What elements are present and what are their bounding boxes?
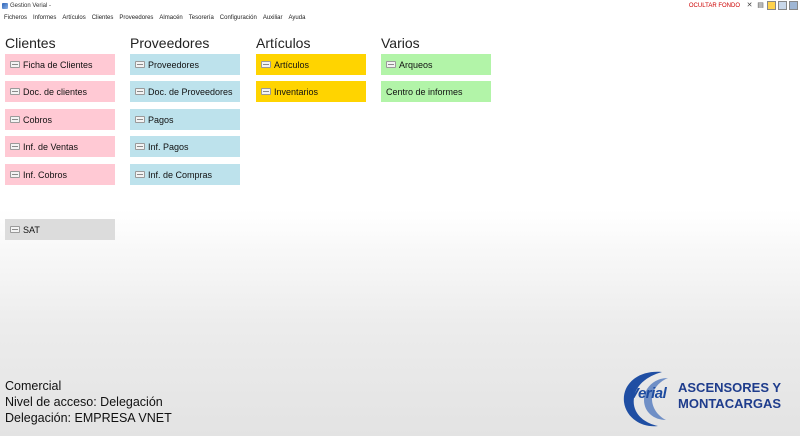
tile-label: Centro de informes (386, 86, 463, 97)
tile-label: Artículos (274, 59, 310, 70)
tile-arqueos[interactable]: Arqueos (381, 54, 491, 75)
tile-inf-cobros[interactable]: Inf. Cobros (5, 164, 115, 185)
articulos-column: Artículos (256, 36, 310, 53)
tile-doc-de-proveedores[interactable]: Doc. de Proveedores (130, 81, 240, 102)
menu-informes[interactable]: Informes (33, 15, 56, 21)
tile-label: SAT (23, 224, 40, 235)
close-button[interactable] (789, 1, 798, 10)
tile-inf-de-compras[interactable]: Inf. de Compras (130, 164, 240, 185)
tile-centro-de-informes[interactable]: Centro de informes (381, 81, 491, 102)
minimize-button[interactable] (767, 1, 776, 10)
folder-icon (135, 116, 145, 123)
company-logo: Verial ASCENSORES Y MONTACARGAS (618, 368, 798, 430)
folder-icon (135, 88, 145, 95)
tile-sat[interactable]: SAT (5, 219, 115, 240)
report-icon (135, 143, 145, 150)
proveedores-column: Proveedores (130, 36, 209, 53)
menu-auxiliar[interactable]: Auxiliar (263, 15, 283, 21)
menu-configuracion[interactable]: Configuración (220, 15, 257, 21)
window-title: Gestion Verial - (10, 3, 52, 9)
clientes-heading: Clientes (5, 35, 56, 51)
articulos-heading: Artículos (256, 35, 311, 51)
tile-pagos[interactable]: Pagos (130, 109, 240, 130)
access-level-label: Nivel de acceso: Delegación (5, 395, 163, 409)
tile-doc-de-clientes[interactable]: Doc. de clientes (5, 81, 115, 102)
menu-proveedores[interactable]: Proveedores (119, 15, 153, 21)
proveedores-heading: Proveedores (130, 35, 210, 51)
folder-icon (10, 61, 20, 68)
title-bar: Gestion Verial - OCULTAR FONDO ✕ ▤ (0, 0, 800, 12)
tile-label: Inf. de Compras (148, 169, 213, 180)
menu-ayuda[interactable]: Ayuda (289, 15, 306, 21)
company-name: ASCENSORES Y MONTACARGAS (678, 380, 781, 412)
menu-bar: Ficheros Informes Artículos Clientes Pro… (0, 12, 800, 23)
tile-label: Inf. Cobros (23, 169, 68, 180)
company-name-line1: ASCENSORES Y (678, 380, 782, 395)
menu-tesoreria[interactable]: Tesorería (189, 15, 214, 21)
tile-label: Doc. de Proveedores (148, 86, 233, 97)
tile-proveedores[interactable]: Proveedores (130, 54, 240, 75)
tile-label: Cobros (23, 114, 53, 125)
session-info: Comercial Nivel de acceso: Delegación De… (5, 378, 172, 426)
folder-icon (261, 88, 271, 95)
clientes-column: Clientes (5, 36, 56, 53)
tile-label: Proveedores (148, 59, 200, 70)
folder-icon (135, 61, 145, 68)
report-icon (10, 171, 20, 178)
tile-label: Arqueos (399, 59, 433, 70)
tile-inventarios[interactable]: Inventarios (256, 81, 366, 102)
tile-articulos[interactable]: Artículos (256, 54, 366, 75)
tile-ficha-de-clientes[interactable]: Ficha de Clientes (5, 54, 115, 75)
folder-icon (10, 226, 20, 233)
tile-inf-de-ventas[interactable]: Inf. de Ventas (5, 136, 115, 157)
varios-heading: Varios (381, 35, 420, 51)
tile-label: Pagos (148, 114, 174, 125)
module-label: Comercial (5, 379, 62, 393)
folder-icon (10, 116, 20, 123)
app-icon (2, 3, 8, 9)
menu-clientes[interactable]: Clientes (92, 15, 114, 21)
folder-icon (261, 61, 271, 68)
varios-column: Varios (381, 36, 420, 53)
menu-ficheros[interactable]: Ficheros (4, 15, 27, 21)
logo-wordmark: Verial (629, 385, 667, 402)
folder-icon (386, 61, 396, 68)
tile-label: Inventarios (274, 86, 319, 97)
tile-inf-pagos[interactable]: Inf. Pagos (130, 136, 240, 157)
window-list-icon[interactable]: ▤ (756, 1, 765, 10)
tile-label: Doc. de clientes (23, 86, 88, 97)
report-icon (10, 143, 20, 150)
folder-icon (10, 88, 20, 95)
menu-articulos[interactable]: Artículos (62, 15, 85, 21)
report-icon (135, 171, 145, 178)
tile-cobros[interactable]: Cobros (5, 109, 115, 130)
tile-label: Ficha de Clientes (23, 59, 93, 70)
maximize-button[interactable] (778, 1, 787, 10)
company-name-line2: MONTACARGAS (678, 396, 782, 411)
delegation-label: Delegación: EMPRESA VNET (5, 411, 172, 425)
tile-label: Inf. de Ventas (23, 141, 79, 152)
menu-almacen[interactable]: Almacén (159, 15, 182, 21)
pin-icon[interactable]: ✕ (745, 1, 754, 10)
tile-label: Inf. Pagos (148, 141, 189, 152)
hide-background-button[interactable]: OCULTAR FONDO (689, 3, 740, 9)
title-bar-controls: OCULTAR FONDO ✕ ▤ (689, 1, 798, 10)
